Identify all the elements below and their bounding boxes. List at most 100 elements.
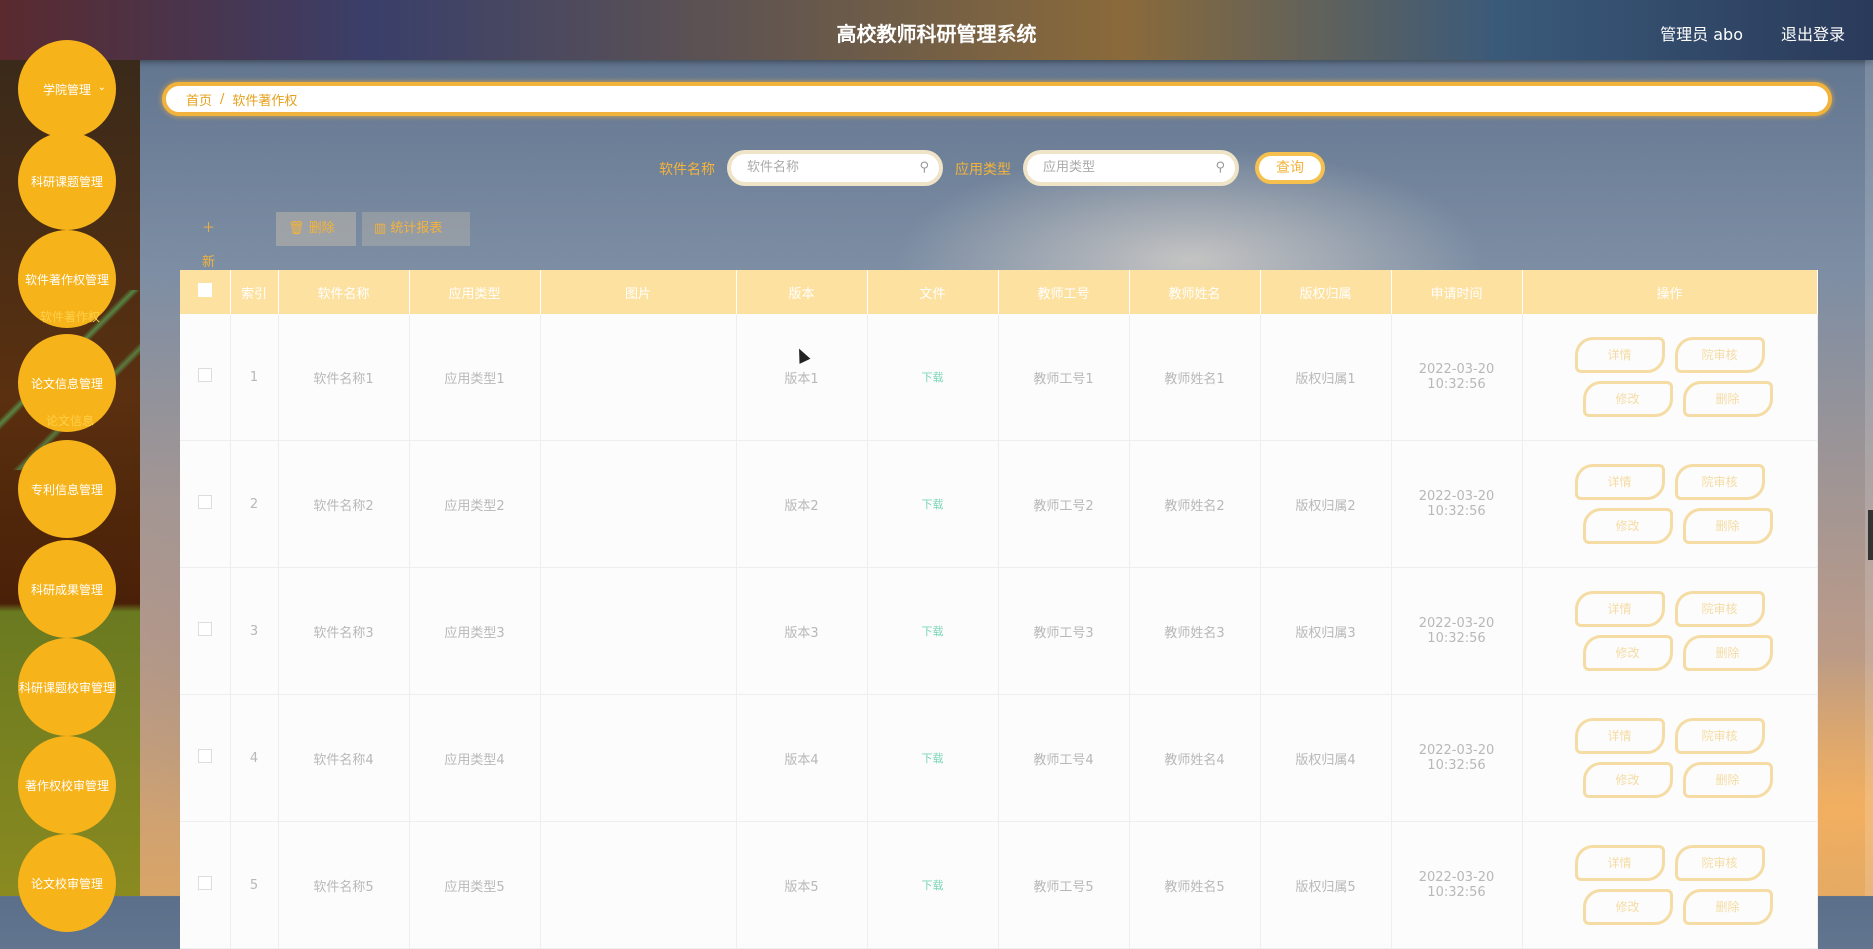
cell-name: 软件名称5 [278, 821, 410, 949]
cell-name: 软件名称4 [278, 694, 410, 822]
sidebar-item-topic-review[interactable]: 科研课题校审管理 [18, 638, 116, 736]
header-name: 软件名称 [278, 270, 410, 314]
cell-file: 下载 [867, 567, 999, 695]
plus-icon: ＋ [202, 221, 216, 236]
sidebar-item-label: 科研成果管理 [30, 582, 103, 597]
sidebar-item-paper-review[interactable]: 论文校审管理 [18, 834, 116, 932]
cell-image [540, 440, 737, 568]
download-link[interactable]: 下载 [922, 752, 944, 765]
edit-button[interactable]: 修改 [1582, 508, 1673, 544]
edit-button[interactable]: 修改 [1582, 635, 1673, 671]
add-button[interactable]: ＋ 新增 [190, 212, 227, 304]
cell-version: 版本1 [736, 314, 868, 441]
sidebar-subitem-papers[interactable]: 论文信息 [0, 412, 140, 429]
breadcrumb-current: 软件著作权 [232, 93, 298, 109]
edit-button[interactable]: 修改 [1582, 889, 1673, 925]
cell-index: 4 [230, 694, 279, 822]
cell-apply-time: 2022-03-20 10:32:56 [1391, 440, 1523, 568]
detail-button[interactable]: 详情 [1574, 464, 1665, 500]
sidebar-item-label: 专利信息管理 [30, 482, 103, 497]
cell-name: 软件名称1 [278, 314, 410, 441]
detail-button[interactable]: 详情 [1574, 591, 1665, 627]
download-link[interactable]: 下载 [922, 371, 944, 384]
sidebar-item-label: 著作权校审管理 [24, 778, 109, 793]
cell-teacher-id: 教师工号1 [998, 314, 1130, 441]
app-title: 高校教师科研管理系统 [836, 22, 1037, 46]
header-teacher-name: 教师姓名 [1129, 270, 1261, 314]
detail-button[interactable]: 详情 [1574, 337, 1665, 373]
audit-button[interactable]: 院审核 [1674, 464, 1765, 500]
delete-row-button[interactable]: 删除 [1682, 889, 1773, 925]
cell-version: 版本3 [736, 567, 868, 695]
cell-index: 5 [230, 821, 279, 949]
query-button[interactable]: 查询 [1255, 152, 1325, 184]
row-checkbox[interactable] [197, 622, 212, 636]
sidebar-subitem-software-copyright[interactable]: 软件著作权 [0, 308, 140, 325]
cell-teacher-name: 教师姓名3 [1129, 567, 1261, 695]
search-bar: 软件名称 软件名称 ⚲ 应用类型 应用类型 ⚲ 查询 [0, 150, 1873, 186]
bar-chart-icon: ▥ [374, 221, 391, 236]
software-name-input[interactable]: 软件名称 ⚲ [727, 150, 943, 186]
edit-button[interactable]: 修改 [1582, 381, 1673, 417]
sidebar-item-label: 学院管理 [42, 82, 91, 97]
cell-name: 软件名称2 [278, 440, 410, 568]
table-row: 5 软件名称5 应用类型5 版本5 下载 教师工号5 教师姓名5 版权归属5 2… [180, 821, 1818, 949]
row-checkbox[interactable] [197, 749, 212, 763]
audit-button[interactable]: 院审核 [1674, 337, 1765, 373]
download-link[interactable]: 下载 [922, 498, 944, 511]
cell-type: 应用类型4 [409, 694, 541, 822]
header-owner: 版权归属 [1260, 270, 1392, 314]
software-name-placeholder: 软件名称 [747, 160, 800, 175]
row-checkbox[interactable] [197, 368, 212, 382]
cell-owner: 版权归属2 [1260, 440, 1392, 568]
sidebar-item-copyright-review[interactable]: 著作权校审管理 [18, 736, 116, 834]
delete-row-button[interactable]: 删除 [1682, 762, 1773, 798]
table-header-row: 索引 软件名称 应用类型 图片 版本 文件 教师工号 教师姓名 版权归属 申请时… [180, 270, 1818, 314]
report-button[interactable]: ▥ 统计报表 [362, 212, 470, 246]
row-select-cell[interactable] [180, 821, 231, 949]
sidebar-item-label: 论文信息管理 [30, 376, 103, 391]
cell-type: 应用类型3 [409, 567, 541, 695]
download-link[interactable]: 下载 [922, 879, 944, 892]
audit-button[interactable]: 院审核 [1674, 718, 1765, 754]
sidebar-item-label: 论文校审管理 [30, 876, 103, 891]
cell-type: 应用类型5 [409, 821, 541, 949]
cell-file: 下载 [867, 440, 999, 568]
select-all-checkbox[interactable] [197, 283, 212, 297]
delete-row-button[interactable]: 删除 [1682, 635, 1773, 671]
delete-button[interactable]: 🗑 删除 [276, 212, 356, 246]
row-checkbox[interactable] [197, 876, 212, 890]
sidebar-item-label: 科研课题校审管理 [18, 680, 115, 695]
delete-row-button[interactable]: 删除 [1682, 508, 1773, 544]
logout-link[interactable]: 退出登录 [1781, 21, 1845, 45]
table-row: 3 软件名称3 应用类型3 版本3 下载 教师工号3 教师姓名3 版权归属3 2… [180, 567, 1818, 695]
download-link[interactable]: 下载 [922, 625, 944, 638]
row-select-cell[interactable] [180, 694, 231, 822]
row-select-cell[interactable] [180, 314, 231, 441]
row-select-cell[interactable] [180, 440, 231, 568]
page-scrollbar[interactable] [1865, 60, 1873, 896]
app-type-input[interactable]: 应用类型 ⚲ [1023, 150, 1239, 186]
sidebar-item-label: 软件著作权管理 [24, 272, 109, 287]
delete-row-button[interactable]: 删除 [1682, 381, 1773, 417]
cell-teacher-name: 教师姓名1 [1129, 314, 1261, 441]
breadcrumb-home[interactable]: 首页 [186, 90, 212, 109]
audit-button[interactable]: 院审核 [1674, 591, 1765, 627]
sidebar-item-achievements[interactable]: 科研成果管理 [18, 540, 116, 638]
select-all-cell[interactable] [180, 270, 231, 314]
cell-image [540, 821, 737, 949]
edit-button[interactable]: 修改 [1582, 762, 1673, 798]
header-file: 文件 [867, 270, 999, 314]
search-icon: ⚲ [1215, 160, 1225, 175]
row-select-cell[interactable] [180, 567, 231, 695]
sidebar-item-patents[interactable]: 专利信息管理 [18, 440, 116, 538]
cell-teacher-name: 教师姓名5 [1129, 821, 1261, 949]
detail-button[interactable]: 详情 [1574, 718, 1665, 754]
scrollbar-thumb[interactable] [1868, 510, 1873, 560]
detail-button[interactable]: 详情 [1574, 845, 1665, 881]
audit-button[interactable]: 院审核 [1674, 845, 1765, 881]
cell-teacher-id: 教师工号3 [998, 567, 1130, 695]
sidebar-item-college[interactable]: 学院管理 ⌄ [18, 40, 116, 138]
row-checkbox[interactable] [197, 495, 212, 509]
cell-owner: 版权归属5 [1260, 821, 1392, 949]
